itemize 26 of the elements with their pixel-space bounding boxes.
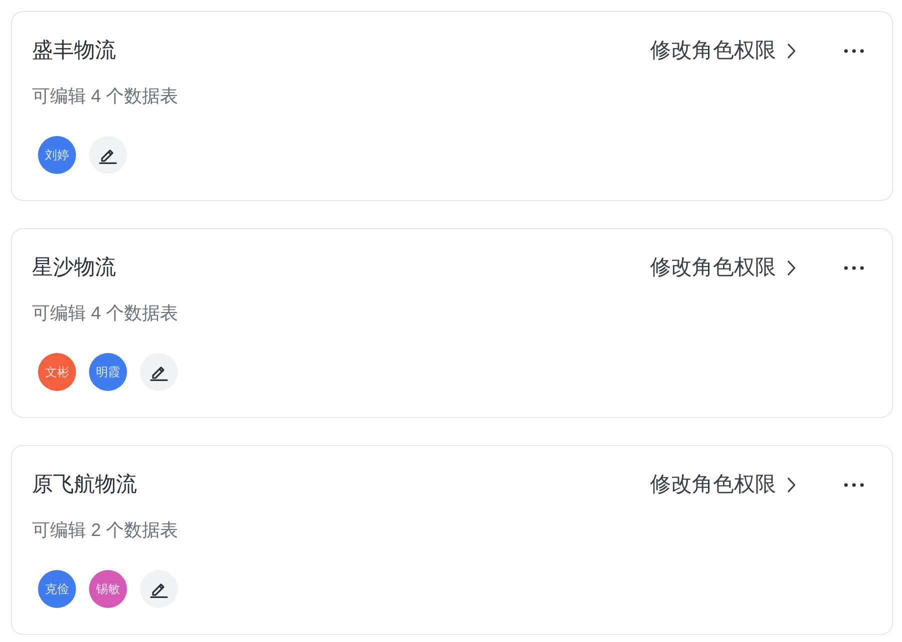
more-icon — [844, 49, 864, 53]
more-icon — [844, 483, 864, 487]
role-title: 原飞航物流 — [32, 473, 137, 497]
pencil-icon — [150, 580, 168, 598]
chevron-right-icon — [787, 43, 796, 59]
table-count-text: 可编辑 4 个数据表 — [32, 302, 178, 324]
chevron-right-icon — [787, 260, 796, 276]
table-count-text: 可编辑 4 个数据表 — [32, 85, 178, 107]
chevron-right-icon — [787, 477, 796, 493]
role-title: 盛丰物流 — [32, 39, 116, 63]
member-avatar: 锡敏 — [89, 570, 127, 608]
member-avatar: 文彬 — [38, 353, 76, 391]
edit-members-button[interactable] — [140, 570, 178, 608]
edit-permissions-link[interactable]: 修改角色权限 — [650, 39, 796, 63]
edit-members-button[interactable] — [140, 353, 178, 391]
role-title: 星沙物流 — [32, 256, 116, 280]
pencil-icon — [99, 146, 117, 164]
edit-members-button[interactable] — [89, 136, 127, 174]
pencil-icon — [150, 364, 168, 380]
member-avatar: 刘婷 — [38, 136, 76, 174]
more-icon — [844, 266, 864, 270]
edit-permissions-link[interactable]: 修改角色权限 — [650, 256, 796, 280]
member-avatar: 克俭 — [38, 570, 76, 608]
table-count-text: 可编辑 2 个数据表 — [32, 519, 178, 541]
edit-permissions-link[interactable]: 修改角色权限 — [650, 473, 796, 497]
member-avatar: 明霞 — [89, 353, 127, 391]
